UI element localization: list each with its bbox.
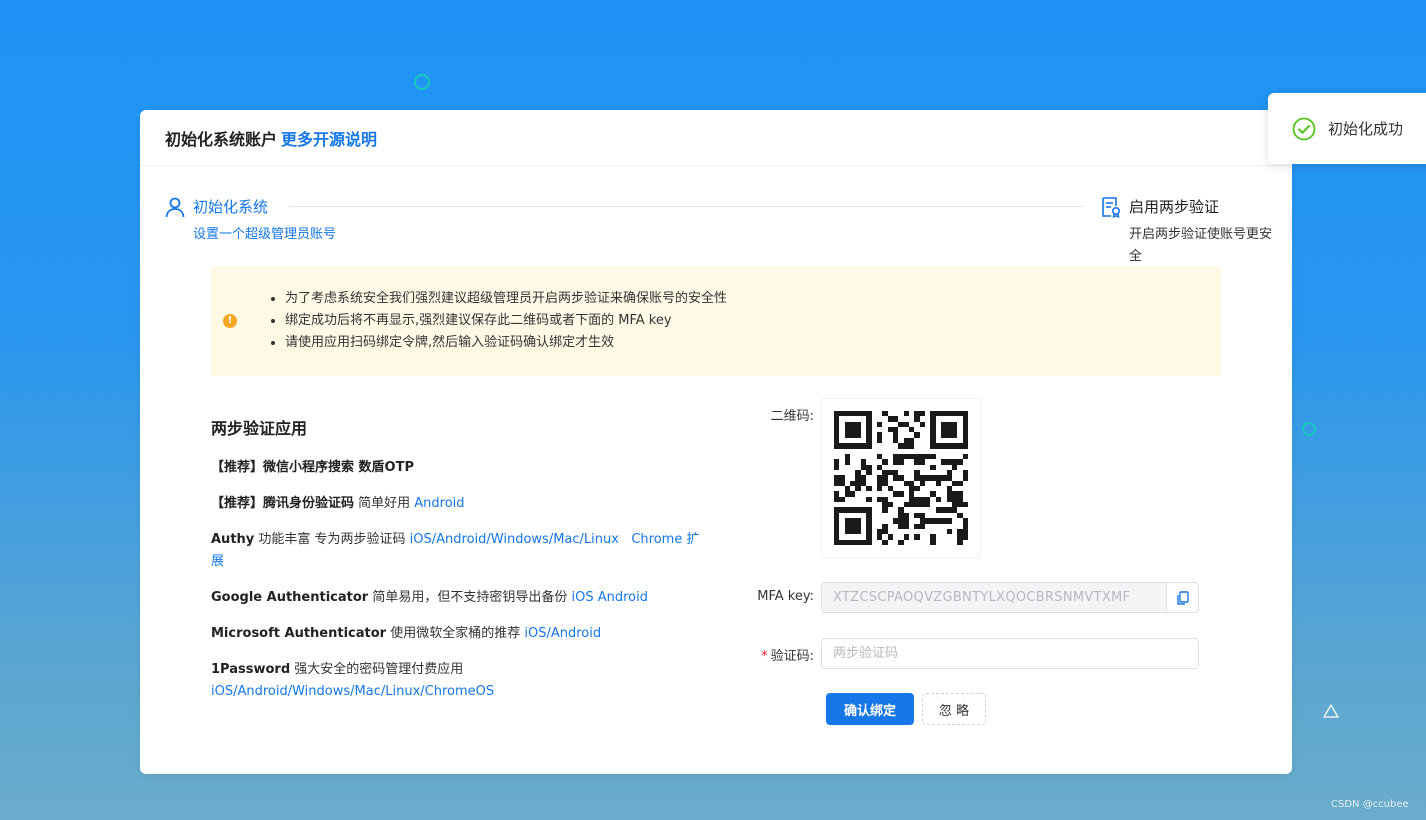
user-icon xyxy=(165,197,185,218)
code-label: * 验证码: xyxy=(744,645,814,664)
app-item: 【推荐】腾讯身份验证码 简单好用 Android xyxy=(211,493,711,515)
alert-item: 为了考虑系统安全我们强烈建议超级管理员开启两步验证来确保账号的安全性 xyxy=(285,288,1201,310)
qr-code-image xyxy=(834,411,968,545)
app-name: 【推荐】微信小程序搜索 数盾OTP xyxy=(211,460,414,475)
decorative-triangle xyxy=(1323,704,1339,718)
check-circle-icon xyxy=(1292,117,1316,140)
app-desc: 强大安全的密码管理付费应用 xyxy=(290,662,464,677)
alert-item: 绑定成功后将不再显示,强烈建议保存此二维码或者下面的 MFA key xyxy=(285,310,1201,332)
app-name: Authy xyxy=(211,532,255,547)
step-connector xyxy=(289,206,1084,207)
page-title: 初始化系统账户 xyxy=(165,129,278,149)
app-item: 【推荐】微信小程序搜索 数盾OTP xyxy=(211,457,711,479)
app-name: Google Authenticator xyxy=(211,590,369,605)
app-item: Microsoft Authenticator 使用微软全家桶的推荐 iOS/A… xyxy=(211,623,711,645)
mfa-key-label: MFA key: xyxy=(757,589,814,604)
skip-button[interactable]: 忽 略 xyxy=(922,693,986,725)
mfa-key-value: XTZCSCPAOQVZGBNTYLXQOCBRSNMVTXMF xyxy=(833,590,1131,605)
qr-label: 二维码: xyxy=(770,409,814,424)
card-header: 初始化系统账户 更多开源说明 xyxy=(140,110,1292,166)
app-download-link[interactable]: iOS/Android/Windows/Mac/Linux/ChromeOS xyxy=(211,684,494,699)
app-desc: 功能丰富 专为两步验证码 xyxy=(254,532,410,547)
verification-code-input[interactable] xyxy=(821,638,1199,669)
warning-icon: ! xyxy=(223,314,237,328)
copy-icon xyxy=(1176,590,1189,605)
security-alert: ! 为了考虑系统安全我们强烈建议超级管理员开启两步验证来确保账号的安全性 绑定成… xyxy=(211,266,1221,376)
toast-text: 初始化成功 xyxy=(1328,120,1404,138)
app-download-link[interactable]: iOS/Android xyxy=(524,626,601,641)
step-title: 启用两步验证 xyxy=(1129,198,1220,216)
app-download-link[interactable]: iOS Android xyxy=(571,590,648,605)
alert-item: 请使用应用扫码绑定令牌,然后输入验证码确认绑定才生效 xyxy=(285,332,1201,354)
code-label-text: 验证码: xyxy=(770,649,814,664)
init-account-card: 初始化系统账户 更多开源说明 初始化系统 设置一个超级管理员账号 启用两步验证 … xyxy=(140,110,1292,774)
success-toast: 初始化成功 xyxy=(1268,93,1426,164)
confirm-bind-button[interactable]: 确认绑定 xyxy=(826,693,914,725)
mfa-key-field: XTZCSCPAOQVZGBNTYLXQOCBRSNMVTXMF xyxy=(821,582,1199,613)
qr-module xyxy=(962,539,968,545)
app-item: Google Authenticator 简单易用，但不支持密钥导出备份 iOS… xyxy=(211,587,711,609)
decorative-circle xyxy=(1302,422,1316,436)
open-source-link[interactable]: 更多开源说明 xyxy=(281,126,377,150)
required-mark: * xyxy=(761,649,768,664)
app-item: 1Password 强大安全的密码管理付费应用 iOS/Android/Wind… xyxy=(211,659,711,703)
app-item: Authy 功能丰富 专为两步验证码 iOS/Android/Windows/M… xyxy=(211,529,711,573)
app-desc: 简单好用 xyxy=(354,496,415,511)
copy-button[interactable] xyxy=(1166,583,1198,612)
auth-apps-section: 两步验证应用 【推荐】微信小程序搜索 数盾OTP 【推荐】腾讯身份验证码 简单好… xyxy=(211,415,711,717)
app-desc: 使用微软全家桶的推荐 xyxy=(386,626,525,641)
decorative-circle xyxy=(414,74,430,90)
app-name: 【推荐】腾讯身份验证码 xyxy=(211,496,355,511)
app-name: 1Password xyxy=(211,662,291,677)
step-desc: 开启两步验证使账号更安全 xyxy=(1129,227,1273,264)
steps: 初始化系统 设置一个超级管理员账号 启用两步验证 开启两步验证使账号更安全 xyxy=(164,194,1274,264)
qr-code xyxy=(821,398,981,558)
app-desc: 简单易用，但不支持密钥导出备份 xyxy=(368,590,572,605)
app-name: Microsoft Authenticator xyxy=(211,626,387,641)
alert-list: 为了考虑系统安全我们强烈建议超级管理员开启两步验证来确保账号的安全性 绑定成功后… xyxy=(285,288,1201,354)
step-title: 初始化系统 xyxy=(193,198,269,216)
step-desc: 设置一个超级管理员账号 xyxy=(193,227,337,242)
watermark: CSDN @ccubee xyxy=(1331,799,1409,810)
section-title: 两步验证应用 xyxy=(211,419,308,438)
app-download-link[interactable]: Android xyxy=(414,496,464,511)
document-check-icon xyxy=(1102,197,1121,218)
